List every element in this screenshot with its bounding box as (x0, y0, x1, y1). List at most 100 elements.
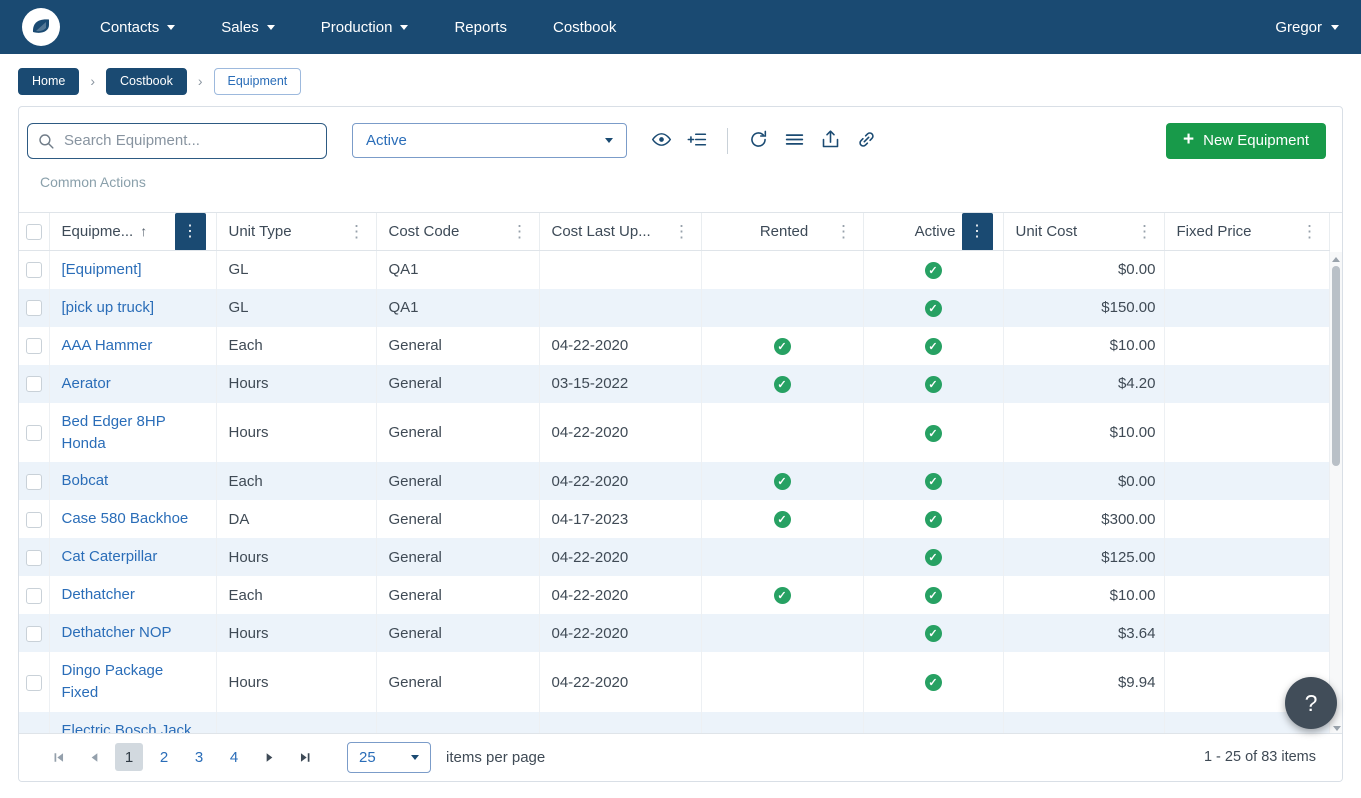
equipment-link[interactable]: Dethatcher NOP (62, 624, 172, 641)
equipment-column-menu-button[interactable]: ⋮ (174, 212, 206, 250)
rented-check-icon: ✓ (773, 473, 791, 491)
nav-contacts[interactable]: Contacts (100, 19, 176, 36)
rented-check-icon: ✓ (773, 511, 791, 529)
first-page-button[interactable] (45, 743, 73, 771)
app-logo[interactable] (22, 8, 60, 46)
page-button-3[interactable]: 3 (185, 743, 213, 771)
equipment-link[interactable]: [Equipment] (62, 261, 142, 278)
column-header-rented[interactable]: Rented ⋮ (701, 212, 864, 251)
column-header-unit-cost[interactable]: Unit Cost ⋮ (1003, 212, 1165, 251)
row-checkbox[interactable] (26, 338, 42, 355)
column-header-unit-type[interactable]: Unit Type ⋮ (216, 212, 377, 251)
row-checkbox[interactable] (26, 262, 42, 279)
active-check-icon: ✓ (924, 587, 942, 605)
row-checkbox[interactable] (26, 376, 42, 393)
row-checkbox[interactable] (26, 511, 42, 528)
nav-sales[interactable]: Sales (221, 19, 275, 36)
cost-code-value: General (376, 364, 540, 403)
nav-reports[interactable]: Reports (454, 19, 507, 36)
list-view-button[interactable] (778, 125, 810, 157)
column-header-fixed-price[interactable]: Fixed Price ⋮ (1164, 212, 1330, 251)
column-header-equipment[interactable]: Equipme... ↑ ⋮ (49, 212, 217, 251)
row-checkbox[interactable] (26, 674, 42, 691)
table-row: Case 580 Backhoe DA General 04-17-2023 ✓… (19, 500, 1330, 539)
breadcrumb-home[interactable]: Home (18, 68, 80, 95)
refresh-button[interactable] (742, 125, 774, 157)
breadcrumb: Home › Costbook › Equipment (0, 54, 1361, 106)
nav-production[interactable]: Production (321, 19, 409, 36)
select-all-checkbox[interactable] (26, 223, 42, 240)
status-filter-select[interactable]: Active (352, 123, 627, 158)
equipment-link[interactable]: Aerator (62, 375, 111, 392)
cost-last-updated-column-menu-button[interactable]: ⋮ (671, 216, 693, 246)
active-column-menu-button[interactable]: ⋮ (961, 212, 993, 250)
cost-code-value: General (376, 576, 540, 615)
pagination-bar: 1 2 3 4 25 items per page 1 - 25 of 83 i… (19, 732, 1342, 781)
equipment-link[interactable]: Bobcat (62, 472, 109, 489)
scrollbar-thumb[interactable] (1332, 265, 1340, 466)
row-checkbox[interactable] (26, 625, 42, 642)
equipment-link[interactable]: Dethatcher (62, 586, 135, 603)
active-check-icon: ✓ (924, 261, 942, 279)
page-size-select[interactable]: 25 (347, 741, 431, 773)
cost-code-value: QA1 (376, 250, 540, 289)
table-row: Dethatcher Each General 04-22-2020 ✓ ✓ $… (19, 576, 1330, 615)
row-checkbox[interactable] (26, 549, 42, 566)
equipment-link[interactable]: Cat Caterpillar (62, 548, 158, 565)
rented-check-icon: ✓ (773, 375, 791, 393)
cost-last-updated-value (539, 250, 702, 289)
scroll-down-icon[interactable] (1332, 725, 1341, 731)
breadcrumb-costbook[interactable]: Costbook (106, 68, 187, 95)
row-checkbox[interactable] (26, 587, 42, 604)
page-button-4[interactable]: 4 (220, 743, 248, 771)
unit-type-column-menu-button[interactable]: ⋮ (346, 216, 368, 246)
new-equipment-button[interactable]: + New Equipment (1166, 122, 1326, 159)
equipment-link[interactable]: Dingo Package Fixed (62, 662, 164, 701)
fixed-price-value (1164, 614, 1330, 653)
rented-column-menu-button[interactable]: ⋮ (833, 216, 855, 246)
help-button[interactable]: ? (1285, 677, 1337, 729)
equipment-link[interactable]: AAA Hammer (62, 337, 153, 354)
fixed-price-value (1164, 364, 1330, 403)
row-checkbox[interactable] (26, 300, 42, 317)
column-header-cost-last-updated[interactable]: Cost Last Up... ⋮ (539, 212, 702, 251)
unit-cost-value: $10.00 (1003, 576, 1165, 615)
equipment-link[interactable]: Case 580 Backhoe (62, 510, 189, 527)
active-check-icon: ✓ (924, 511, 942, 529)
page-button-2[interactable]: 2 (150, 743, 178, 771)
visibility-button[interactable] (645, 125, 677, 157)
cost-code-column-menu-button[interactable]: ⋮ (509, 216, 531, 246)
export-button[interactable] (814, 125, 846, 157)
add-column-button[interactable] (681, 125, 713, 157)
unit-cost-value: $150.00 (1003, 288, 1165, 327)
row-checkbox[interactable] (26, 425, 42, 442)
prev-page-button[interactable] (80, 743, 108, 771)
equipment-link[interactable]: Bed Edger 8HP Honda (62, 413, 166, 452)
nav-costbook[interactable]: Costbook (553, 19, 616, 36)
page-button-1[interactable]: 1 (115, 743, 143, 771)
next-page-button[interactable] (255, 743, 283, 771)
unit-type-value: Each (216, 326, 377, 365)
row-checkbox[interactable] (26, 473, 42, 490)
search-input[interactable] (27, 122, 327, 159)
equipment-link[interactable]: [pick up truck] (62, 299, 155, 316)
active-check-icon: ✓ (924, 337, 942, 355)
scroll-up-icon[interactable] (1332, 256, 1340, 262)
unit-cost-value: $0.00 (1003, 462, 1165, 501)
column-header-active[interactable]: Active ⋮ (863, 212, 1004, 251)
last-page-button[interactable] (290, 743, 318, 771)
unit-cost-column-menu-button[interactable]: ⋮ (1134, 216, 1156, 246)
vertical-scrollbar[interactable] (1329, 251, 1342, 735)
common-actions-link[interactable]: Common Actions (40, 174, 146, 190)
add-column-icon (687, 129, 708, 153)
cost-last-updated-value: 04-17-2023 (539, 500, 702, 539)
copy-link-button[interactable] (850, 125, 882, 157)
list-icon (784, 129, 805, 153)
user-menu[interactable]: Gregor (1275, 19, 1339, 36)
table-header-row: Equipme... ↑ ⋮ Unit Type ⋮ Cost Code ⋮ Co… (19, 212, 1330, 251)
breadcrumb-equipment[interactable]: Equipment (213, 68, 302, 95)
fixed-price-column-menu-button[interactable]: ⋮ (1299, 216, 1321, 246)
equipment-table: Equipme... ↑ ⋮ Unit Type ⋮ Cost Code ⋮ Co… (19, 211, 1342, 735)
active-check-icon: ✓ (924, 549, 942, 567)
column-header-cost-code[interactable]: Cost Code ⋮ (376, 212, 540, 251)
